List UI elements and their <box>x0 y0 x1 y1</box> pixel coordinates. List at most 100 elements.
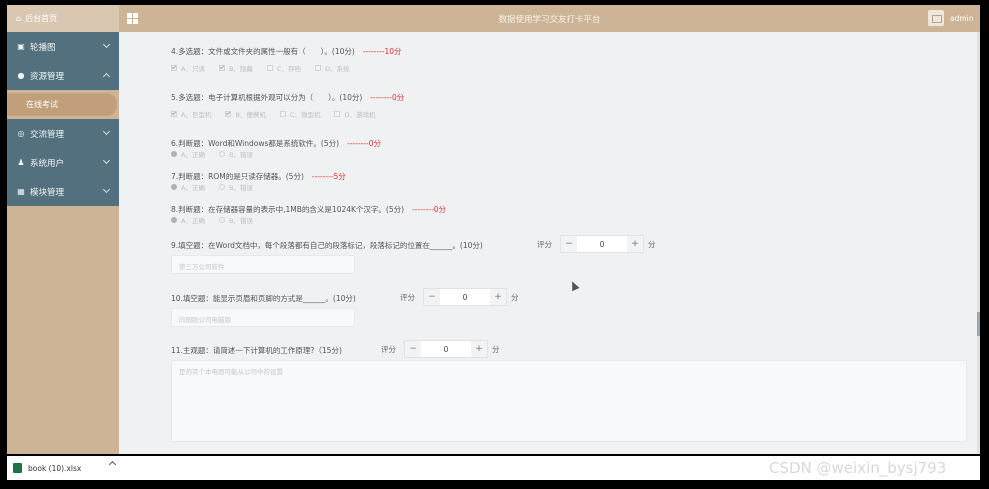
option[interactable]: B、错误 <box>218 182 253 192</box>
answer-textarea[interactable]: 是的完个本电而可能从公司中的设置 <box>171 360 967 442</box>
checkbox-icon <box>334 111 341 117</box>
chevron-down-icon <box>102 127 111 136</box>
grid-icon: ▦ <box>17 187 25 196</box>
option-label: A、正确 <box>181 184 205 192</box>
option[interactable]: D、游戏机 <box>334 109 375 119</box>
increment-button[interactable]: + <box>627 236 643 252</box>
option[interactable]: A、正确 <box>171 149 205 159</box>
question-text: 6.判断题：Word和Windows都是系统软件。(5分) <box>171 139 340 148</box>
decrement-button[interactable]: − <box>561 236 577 252</box>
question-4-options: A、只读 B、隐藏 C、存档 D、系统 <box>171 63 363 73</box>
question-11: 11.主观题：请简述一下计算机的工作原理?（15分) <box>171 345 342 356</box>
radio-icon <box>218 151 225 157</box>
sidebar-item-communication[interactable]: ◎ 交流管理 <box>7 119 119 148</box>
question-text: 10.填空题：能显示页眉和页脚的方式是______。(10分) <box>171 294 356 303</box>
score-input[interactable]: 0 <box>421 341 471 357</box>
increment-button[interactable]: + <box>490 289 506 305</box>
radio-icon <box>171 184 177 190</box>
option-label: C、存档 <box>276 65 301 73</box>
score-unit: 分 <box>648 239 656 249</box>
check-icon <box>171 110 177 116</box>
question-8: 8.判断题：在存储器容量的表示中,1MB的含义是1024K个汉字。(5分) ---… <box>171 204 446 215</box>
option-label: D、系统 <box>324 65 350 73</box>
checkbox-icon <box>314 65 321 71</box>
score-input[interactable]: 0 <box>577 236 627 252</box>
option[interactable]: B、便携机 <box>225 109 266 119</box>
sidebar: ⌂ 后台首页 ▣ 轮播图 ● 资源管理 在线考试 ◎ 交流管理 ♟ 系统用户 ▦… <box>7 5 119 454</box>
decrement-button[interactable]: − <box>405 341 421 357</box>
sidebar-item-label: 资源管理 <box>30 71 65 82</box>
question-6: 6.判断题：Word和Windows都是系统软件。(5分) --------0分 <box>171 138 381 149</box>
score-stepper: − 0 + <box>560 235 644 253</box>
increment-button[interactable]: + <box>471 341 487 357</box>
chevron-up-icon <box>102 72 111 81</box>
question-score: --------5分 <box>311 172 346 181</box>
option[interactable]: A、只读 <box>171 63 205 73</box>
excel-file-icon <box>13 463 22 473</box>
score-unit: 分 <box>511 292 519 302</box>
sidebar-item-modules[interactable]: ▦ 模块管理 <box>7 177 119 206</box>
radio-icon <box>171 151 177 157</box>
chevron-down-icon <box>102 156 111 165</box>
score-stepper: − 0 + <box>404 340 488 358</box>
answer-field[interactable]: 的刚刚公司电脑版 <box>171 308 355 327</box>
sidebar-home[interactable]: ⌂ 后台首页 <box>7 5 119 32</box>
app-title: 数据使用学习交友打卡平台 <box>498 15 601 25</box>
option[interactable]: A、巨型机 <box>171 109 211 119</box>
score-unit: 分 <box>492 344 500 354</box>
option-label: D、游戏机 <box>344 111 376 119</box>
score-control: 评分 − 0 + 分 <box>400 288 519 306</box>
sidebar-item-online-exam[interactable]: 在线考试 <box>7 93 117 116</box>
sidebar-home-label: 后台首页 <box>25 14 58 23</box>
option[interactable]: A、正确 <box>171 182 205 192</box>
question-score: --------0分 <box>412 205 446 214</box>
question-score: --------0分 <box>370 93 405 102</box>
question-7-options: A、正确 B、错误 <box>171 182 267 192</box>
sidebar-item-label: 系统用户 <box>30 158 65 169</box>
sidebar-item-carousel[interactable]: ▣ 轮播图 <box>7 32 119 61</box>
question-text: 9.填空题：在Word文档中，每个段落都有自己的段落标记，段落标记的位置在___… <box>171 241 483 250</box>
question-7: 7.判断题：ROM的是只读存储器。(5分) --------5分 <box>171 171 346 182</box>
user-name[interactable]: admin <box>950 14 974 23</box>
checkbox-icon <box>266 65 273 71</box>
option-label: A、只读 <box>181 65 205 73</box>
avatar[interactable] <box>928 10 944 26</box>
option[interactable]: A、正确 <box>171 215 205 225</box>
option[interactable]: D、系统 <box>314 63 350 73</box>
answer-field[interactable]: 第三方公司软件 <box>171 255 355 274</box>
sidebar-item-resources[interactable]: ● 资源管理 <box>7 61 119 90</box>
chevron-down-icon <box>102 185 111 194</box>
sidebar-item-users[interactable]: ♟ 系统用户 <box>7 148 119 177</box>
option[interactable]: B、隐藏 <box>218 63 253 73</box>
decrement-button[interactable]: − <box>424 289 440 305</box>
option[interactable]: B、错误 <box>218 215 253 225</box>
score-input[interactable]: 0 <box>440 289 490 305</box>
question-9: 9.填空题：在Word文档中，每个段落都有自己的段落标记，段落标记的位置在___… <box>171 240 483 251</box>
question-score: --------10分 <box>362 47 402 56</box>
option-label: A、巨型机 <box>181 111 212 119</box>
top-bar: 数据使用学习交友打卡平台 admin <box>119 5 980 32</box>
option[interactable]: C、存档 <box>266 63 301 73</box>
sidebar-item-label: 轮播图 <box>30 42 56 53</box>
sidebar-item-label: 交流管理 <box>30 129 65 140</box>
option-label: A、正确 <box>181 217 205 225</box>
checkbox-icon <box>171 64 177 71</box>
option[interactable]: C、微型机 <box>279 109 321 119</box>
radio-icon <box>218 217 225 223</box>
option[interactable]: B、错误 <box>218 149 253 159</box>
scrollbar[interactable] <box>977 32 980 454</box>
sidebar-submenu: 在线考试 <box>7 90 119 119</box>
check-icon <box>226 110 231 116</box>
home-icon: ⌂ <box>16 14 22 23</box>
question-4: 4.多选题：文件或文件夹的属性一般有（ ）。(10分) --------10分 <box>171 46 402 57</box>
download-file-name: book (10).xlsx <box>28 463 82 473</box>
option-label: C、微型机 <box>289 111 321 119</box>
question-5-options: A、巨型机 B、便携机 C、微型机 D、游戏机 <box>171 109 389 119</box>
image-icon: ▣ <box>17 42 25 51</box>
scrollbar-thumb[interactable] <box>977 312 980 336</box>
score-label: 评分 <box>537 239 552 249</box>
checkbox-icon <box>225 110 232 117</box>
option-label: B、便携机 <box>235 111 266 119</box>
exam-content: 4.多选题：文件或文件夹的属性一般有（ ）。(10分) --------10分 A… <box>119 32 977 454</box>
option-label: A、正确 <box>181 151 205 159</box>
